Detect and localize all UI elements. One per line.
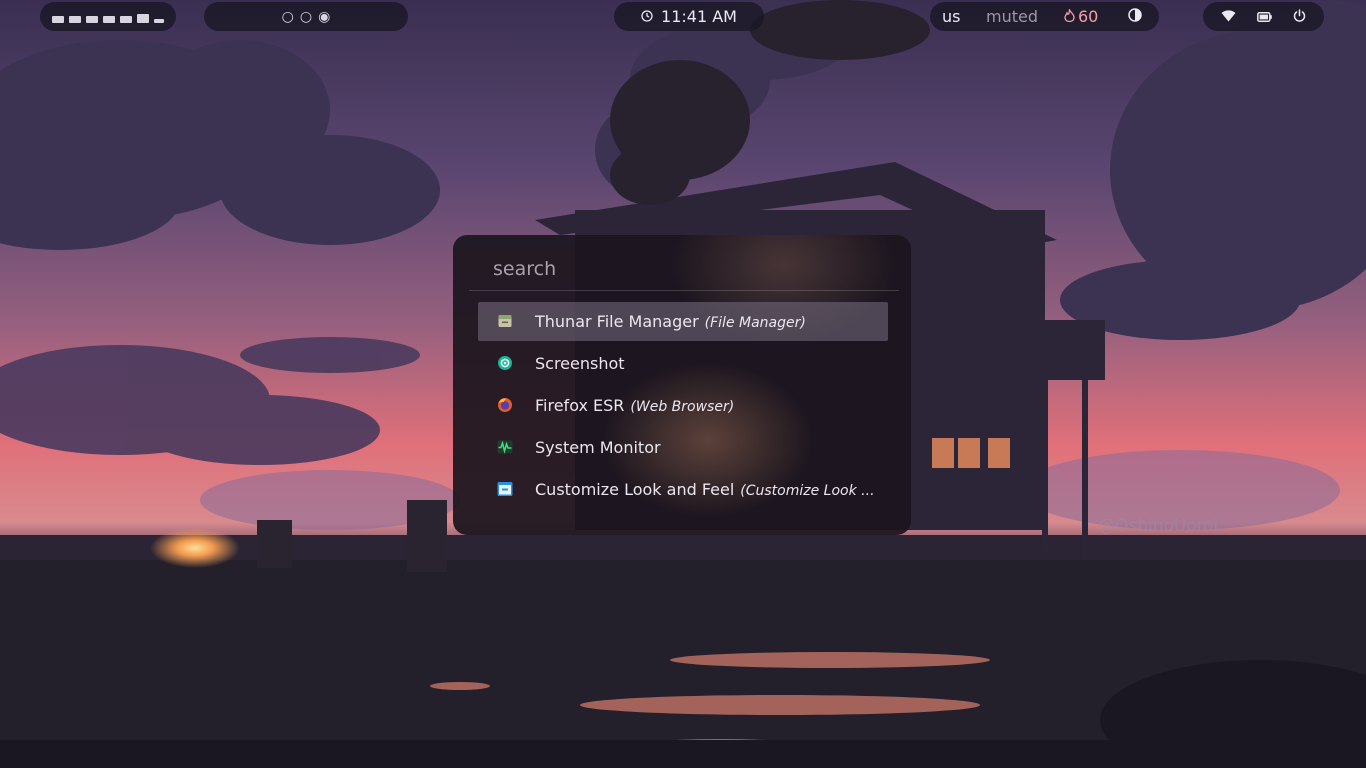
workspace-2[interactable] xyxy=(69,16,81,23)
search-divider xyxy=(469,290,899,291)
result-name: Firefox ESR xyxy=(535,396,625,415)
clock-icon xyxy=(641,7,653,26)
result-item-screenshot[interactable]: Screenshot xyxy=(478,344,888,383)
result-description: (Web Browser) xyxy=(630,399,735,415)
result-item-customize-look[interactable]: Customize Look and Feel (Customize Look .… xyxy=(478,470,888,509)
result-description: (File Manager) xyxy=(704,315,806,331)
workspace-3[interactable] xyxy=(86,16,98,23)
temperature-indicator[interactable]: 60 xyxy=(1064,7,1128,26)
result-name: Thunar File Manager xyxy=(535,312,699,331)
volume-status[interactable]: muted xyxy=(986,7,1064,26)
app-launcher: Thunar File Manager (File Manager) Screen… xyxy=(453,235,911,535)
results-list: Thunar File Manager (File Manager) Screen… xyxy=(478,302,888,512)
result-description: (Customize Look ... xyxy=(740,483,875,499)
temperature-value: 60 xyxy=(1078,7,1099,26)
result-item-thunar[interactable]: Thunar File Manager (File Manager) xyxy=(478,302,888,341)
result-name: System Monitor xyxy=(535,438,661,457)
workspace-6[interactable] xyxy=(137,14,149,23)
result-item-system-monitor[interactable]: System Monitor xyxy=(478,428,888,467)
window-indicator[interactable]: ○ ○ ◉ xyxy=(204,2,408,31)
power-icon[interactable] xyxy=(1293,7,1306,26)
window-dot-2[interactable]: ○ xyxy=(300,9,312,25)
clock-time: 11:41 AM xyxy=(661,7,737,26)
workspace-7[interactable] xyxy=(154,19,164,23)
contrast-icon[interactable] xyxy=(1128,7,1142,26)
system-tray xyxy=(1203,2,1324,31)
clock[interactable]: 11:41 AM xyxy=(614,2,764,31)
flame-icon xyxy=(1064,7,1075,26)
status-indicators: us muted 60 xyxy=(930,2,1159,31)
file-manager-icon xyxy=(497,313,513,329)
result-item-firefox[interactable]: Firefox ESR (Web Browser) xyxy=(478,386,888,425)
workspace-5[interactable] xyxy=(120,16,132,23)
system-monitor-icon xyxy=(497,439,513,455)
artist-signature: @OshinoUomi xyxy=(1098,516,1218,536)
result-name: Screenshot xyxy=(535,354,625,373)
battery-icon[interactable] xyxy=(1257,7,1272,26)
wifi-icon[interactable] xyxy=(1221,7,1236,26)
window-dot-3[interactable]: ◉ xyxy=(318,9,330,25)
screenshot-icon xyxy=(497,355,513,371)
customize-look-icon xyxy=(497,481,513,497)
firefox-icon xyxy=(497,397,513,413)
search-input[interactable] xyxy=(493,257,873,281)
workspace-indicator[interactable] xyxy=(40,2,176,31)
keyboard-layout[interactable]: us xyxy=(942,7,986,26)
window-dot-1[interactable]: ○ xyxy=(282,9,294,25)
result-name: Customize Look and Feel xyxy=(535,480,735,499)
workspace-1[interactable] xyxy=(52,16,64,23)
workspace-4[interactable] xyxy=(103,16,115,23)
